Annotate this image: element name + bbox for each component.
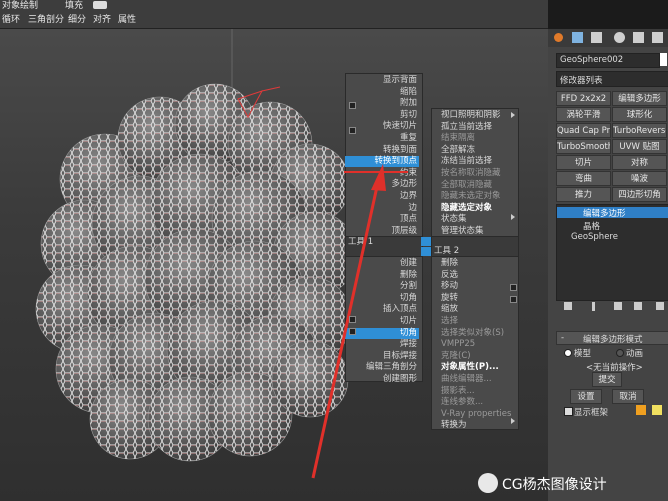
commit-button[interactable]: 提交 (592, 372, 622, 387)
selected-cage-color-swatch[interactable] (652, 405, 662, 415)
mode-model-radio[interactable] (564, 349, 572, 357)
mode-model-label: 模型 (574, 349, 592, 359)
modifier-button[interactable]: 推力 (556, 187, 611, 202)
modifier-button[interactable]: 切片 (556, 155, 611, 170)
arrow-shaft (311, 181, 380, 479)
create-tab-icon[interactable] (554, 33, 563, 42)
modifier-button[interactable]: 噪波 (612, 171, 667, 186)
modifier-button[interactable]: FFD 2x2x2 (556, 91, 611, 106)
motion-tab-icon[interactable] (614, 32, 625, 43)
object-name-field[interactable]: GeoSphere002 (556, 53, 660, 68)
stack-item-label: 编辑多边形 (583, 209, 626, 219)
stack-tools (556, 299, 668, 313)
settings-button[interactable]: 设置 (570, 389, 602, 404)
settings-square-icon[interactable] (349, 328, 356, 335)
show-cage-label: 显示框架 (574, 408, 609, 418)
command-panel: GeoSphere002 修改器列表 FFD 2x2x2 编辑多边形 涡轮平滑 球形化… (548, 29, 668, 501)
modifier-button[interactable]: 编辑多边形 (612, 91, 667, 106)
modify-tab-icon[interactable] (572, 32, 583, 43)
modifier-button[interactable]: 对称 (612, 155, 667, 170)
submenu-arrow-icon (511, 214, 515, 220)
modifier-button[interactable]: 球形化 (612, 107, 667, 122)
cancel-button[interactable]: 取消 (612, 389, 644, 404)
arrow-head (371, 164, 386, 191)
settings-square-icon[interactable] (349, 316, 356, 323)
object-name-value: GeoSphere002 (560, 55, 624, 65)
modifier-button[interactable]: Quad Cap Pro (556, 123, 611, 138)
watermark: CG杨杰图像设计 (478, 470, 663, 496)
edit-poly-mode-rollout-header[interactable]: - 编辑多边形模式 (556, 331, 668, 345)
mode-animate-label: 动画 (626, 349, 644, 359)
rollout-collapse-icon: - (561, 333, 565, 343)
pin-stack-icon[interactable] (564, 302, 572, 310)
modifier-stack[interactable]: 编辑多边形 晶格 GeoSphere (556, 204, 668, 301)
modifier-button[interactable]: UVW 贴图 (612, 139, 667, 154)
modifier-button[interactable]: 涡轮平滑 (556, 107, 611, 122)
modifier-list-dropdown[interactable]: 修改器列表 (556, 71, 668, 87)
modifier-button[interactable]: 四边形切角 (612, 187, 667, 202)
configure-sets-icon[interactable] (656, 302, 664, 310)
modifier-button[interactable]: TurboSmooth Pro (556, 139, 611, 154)
cage-color-swatch[interactable] (636, 405, 646, 415)
rollout-title: 编辑多边形模式 (583, 335, 643, 345)
show-cage-checkbox[interactable] (564, 407, 573, 416)
watermark-text: CG杨杰图像设计 (502, 477, 607, 493)
wechat-logo-icon (478, 473, 498, 493)
stack-item-edit-poly[interactable]: 编辑多边形 (557, 207, 668, 219)
modifier-button[interactable]: TurboReverse (612, 123, 667, 138)
remove-modifier-icon[interactable] (634, 302, 642, 310)
modifier-button[interactable]: 弯曲 (556, 171, 611, 186)
mode-animate-radio[interactable] (616, 349, 624, 357)
panel-tabs (548, 29, 668, 47)
show-end-result-icon[interactable] (592, 302, 595, 311)
hierarchy-tab-icon[interactable] (591, 32, 602, 43)
submenu-arrow-icon (511, 112, 515, 118)
settings-square-icon[interactable] (349, 127, 356, 134)
red-arrow-annotation (311, 164, 408, 479)
object-color-swatch[interactable] (660, 53, 667, 66)
utilities-tab-icon[interactable] (652, 32, 663, 43)
settings-square-icon[interactable] (510, 296, 517, 303)
settings-square-icon[interactable] (510, 284, 517, 291)
display-tab-icon[interactable] (633, 32, 644, 43)
modifier-list-label: 修改器列表 (560, 76, 603, 86)
stack-item-lattice[interactable]: 晶格 (583, 220, 600, 232)
submenu-arrow-icon (511, 418, 515, 424)
settings-square-icon[interactable] (349, 102, 356, 109)
stack-item-geosphere[interactable]: GeoSphere (571, 232, 618, 242)
make-unique-icon[interactable] (614, 302, 622, 310)
